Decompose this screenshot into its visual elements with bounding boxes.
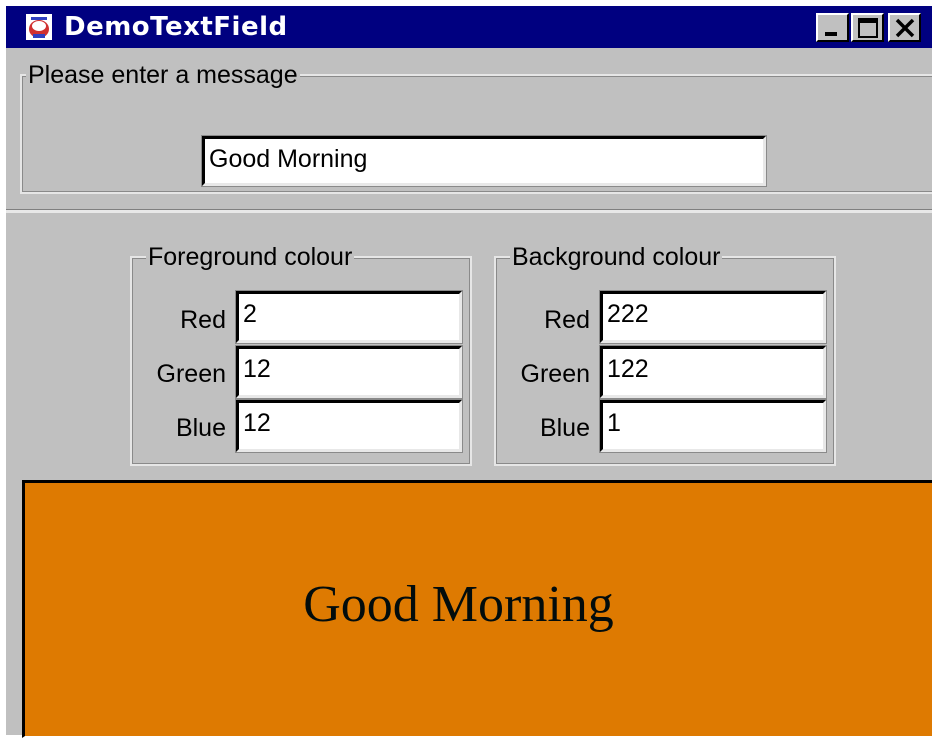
close-button[interactable] (888, 13, 921, 42)
fg-red-input[interactable]: 2 (235, 290, 463, 344)
close-icon (895, 18, 915, 38)
separator (6, 209, 932, 213)
bg-blue-label: Blue (539, 414, 590, 442)
foreground-colour-group: Foreground colour Red 2 Green 12 Blue 12 (130, 242, 472, 466)
bg-red-label: Red (544, 306, 590, 334)
fg-red-label: Red (180, 306, 226, 334)
background-colour-group: Background colour Red 222 Green 122 Blue… (494, 242, 836, 466)
fg-green-label: Green (156, 360, 226, 388)
minimize-icon (825, 32, 837, 36)
fg-blue-label: Blue (175, 414, 226, 442)
preview-text: Good Morning (303, 576, 614, 633)
preview-panel: Good Morning (22, 480, 932, 738)
fg-green-input[interactable]: 12 (235, 345, 463, 399)
foreground-group-label: Foreground colour (146, 242, 355, 272)
window-title: DemoTextField (64, 12, 288, 42)
app-window: DemoTextField Please enter a message Goo… (4, 4, 932, 738)
maximize-icon (858, 18, 878, 38)
message-group-label: Please enter a message (26, 60, 300, 90)
message-input[interactable]: Good Morning (201, 135, 767, 187)
bg-green-input[interactable]: 122 (599, 345, 827, 399)
title-bar[interactable]: DemoTextField (6, 6, 932, 48)
minimize-button[interactable] (816, 13, 849, 42)
maximize-button[interactable] (851, 13, 884, 42)
java-cup-app-icon[interactable] (24, 12, 54, 42)
bg-red-input[interactable]: 222 (599, 290, 827, 344)
background-group-label: Background colour (510, 242, 723, 272)
fg-blue-input[interactable]: 12 (235, 399, 463, 453)
bg-blue-input[interactable]: 1 (599, 399, 827, 453)
bg-green-label: Green (520, 360, 590, 388)
